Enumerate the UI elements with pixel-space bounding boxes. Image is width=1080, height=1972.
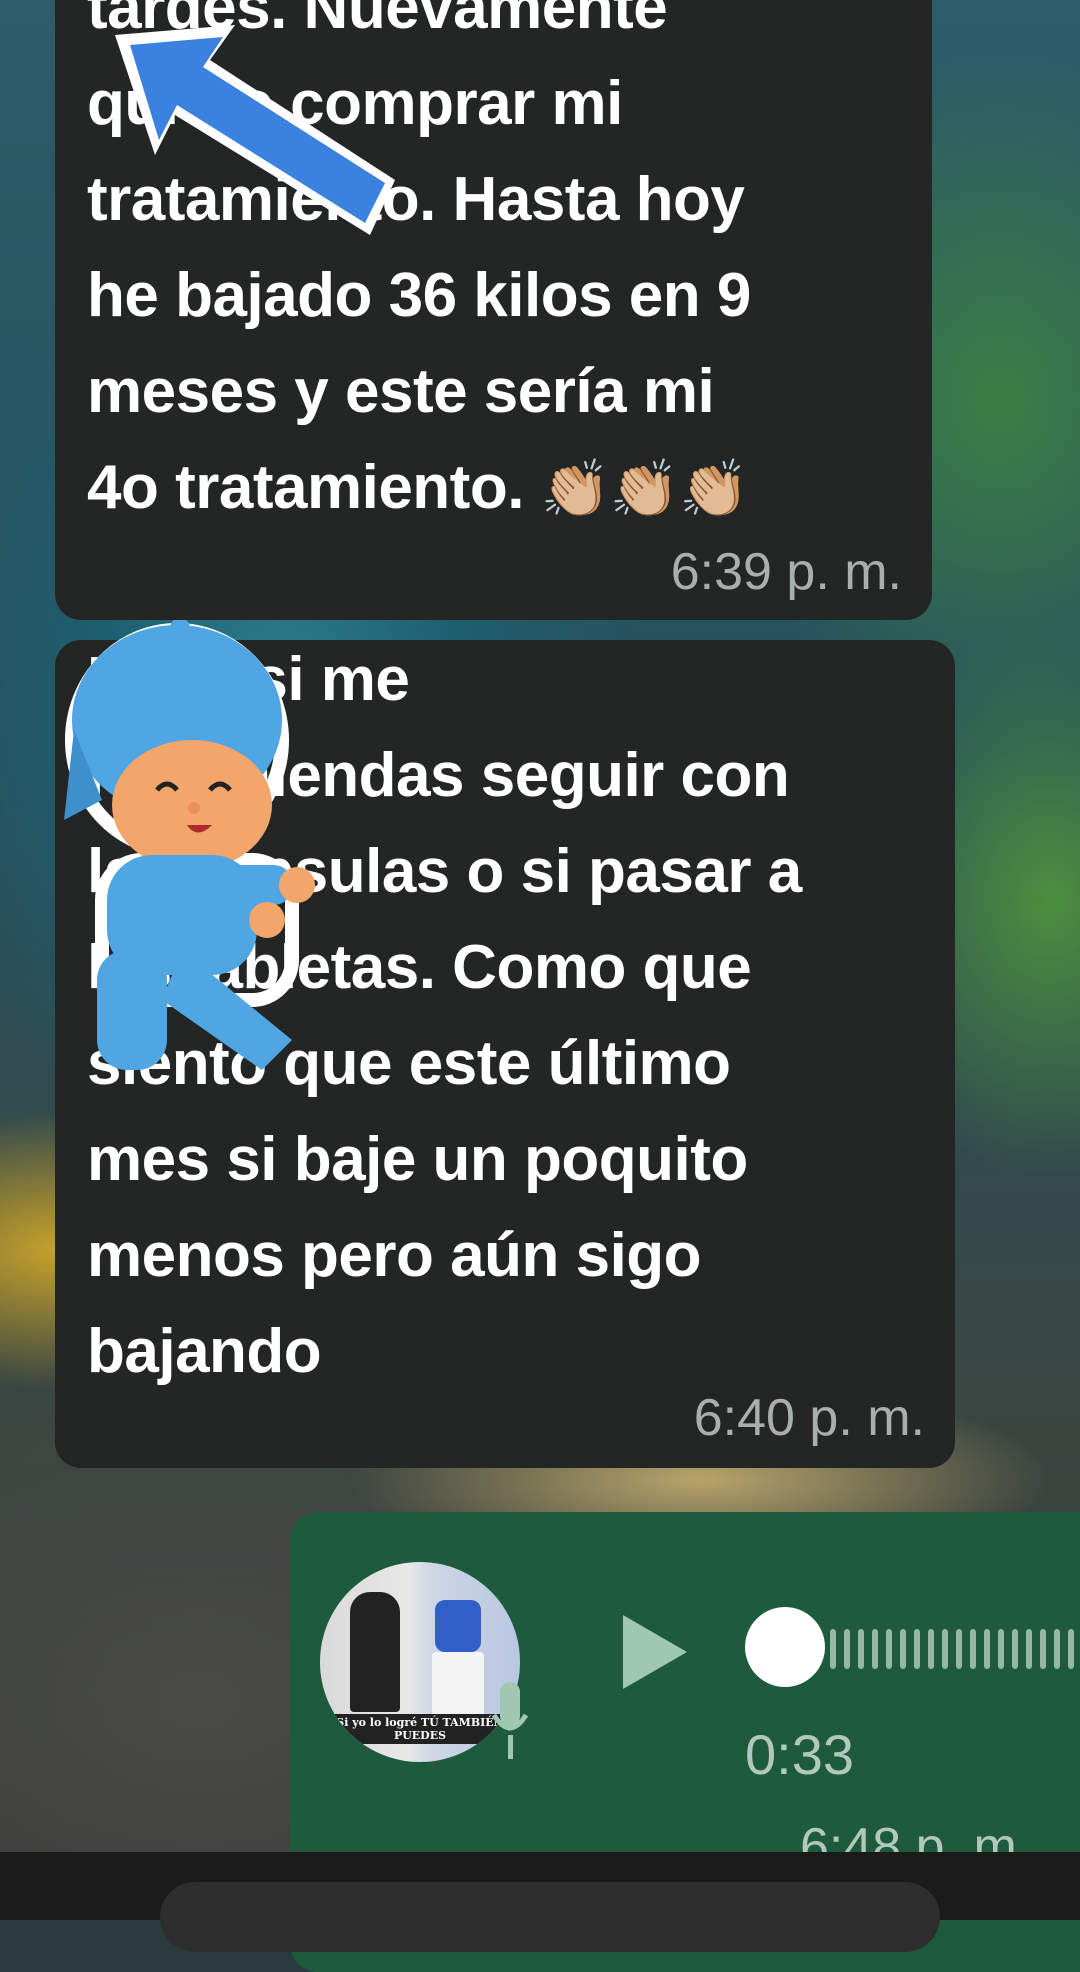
message-line: mes si baje un poquito — [87, 1125, 748, 1194]
message-input[interactable] — [160, 1882, 940, 1952]
avatar-figure — [435, 1600, 481, 1652]
message-line: bajando — [87, 1317, 322, 1386]
waveform-bar — [1068, 1629, 1074, 1669]
bottom-input-bar — [0, 1852, 1080, 1952]
message-timestamp: 6:39 p. m. — [670, 543, 902, 601]
cartoon-character-sticker — [64, 620, 315, 1070]
voice-duration: 0:33 — [745, 1723, 854, 1786]
audio-waveform[interactable] — [830, 1622, 1080, 1676]
waveform-bar — [928, 1629, 934, 1669]
arrow-sticker — [115, 25, 395, 235]
seek-knob[interactable] — [745, 1607, 825, 1687]
message-line: 4o tratamiento. 👏🏼👏🏼👏🏼 — [87, 440, 902, 537]
waveform-bar — [998, 1629, 1004, 1669]
waveform-bar — [830, 1629, 836, 1669]
waveform-bar — [956, 1629, 962, 1669]
play-icon[interactable] — [615, 1607, 695, 1697]
waveform-bar — [1040, 1629, 1046, 1669]
message-line-text: 4o tratamiento. — [87, 453, 524, 522]
waveform-bar — [858, 1629, 864, 1669]
message-timestamp: 6:40 p. m. — [693, 1389, 925, 1447]
waveform-bar — [970, 1629, 976, 1669]
message-line: meses y este sería mi — [87, 357, 715, 426]
waveform-bar — [872, 1629, 878, 1669]
avatar-figure — [350, 1592, 400, 1712]
waveform-bar — [984, 1629, 990, 1669]
waveform-bar — [886, 1629, 892, 1669]
waveform-bar — [1054, 1629, 1060, 1669]
mic-icon — [491, 1682, 529, 1759]
waveform-bar — [914, 1629, 920, 1669]
clapping-hands-emoji: 👏🏼👏🏼👏🏼 — [540, 457, 749, 520]
waveform-bar — [844, 1629, 850, 1669]
waveform-bar — [1026, 1629, 1032, 1669]
waveform-bar — [942, 1629, 948, 1669]
message-line: menos pero aún sigo — [87, 1221, 702, 1290]
waveform-bar — [900, 1629, 906, 1669]
waveform-bar — [1012, 1629, 1018, 1669]
message-line: he bajado 36 kilos en 9 — [87, 261, 751, 330]
